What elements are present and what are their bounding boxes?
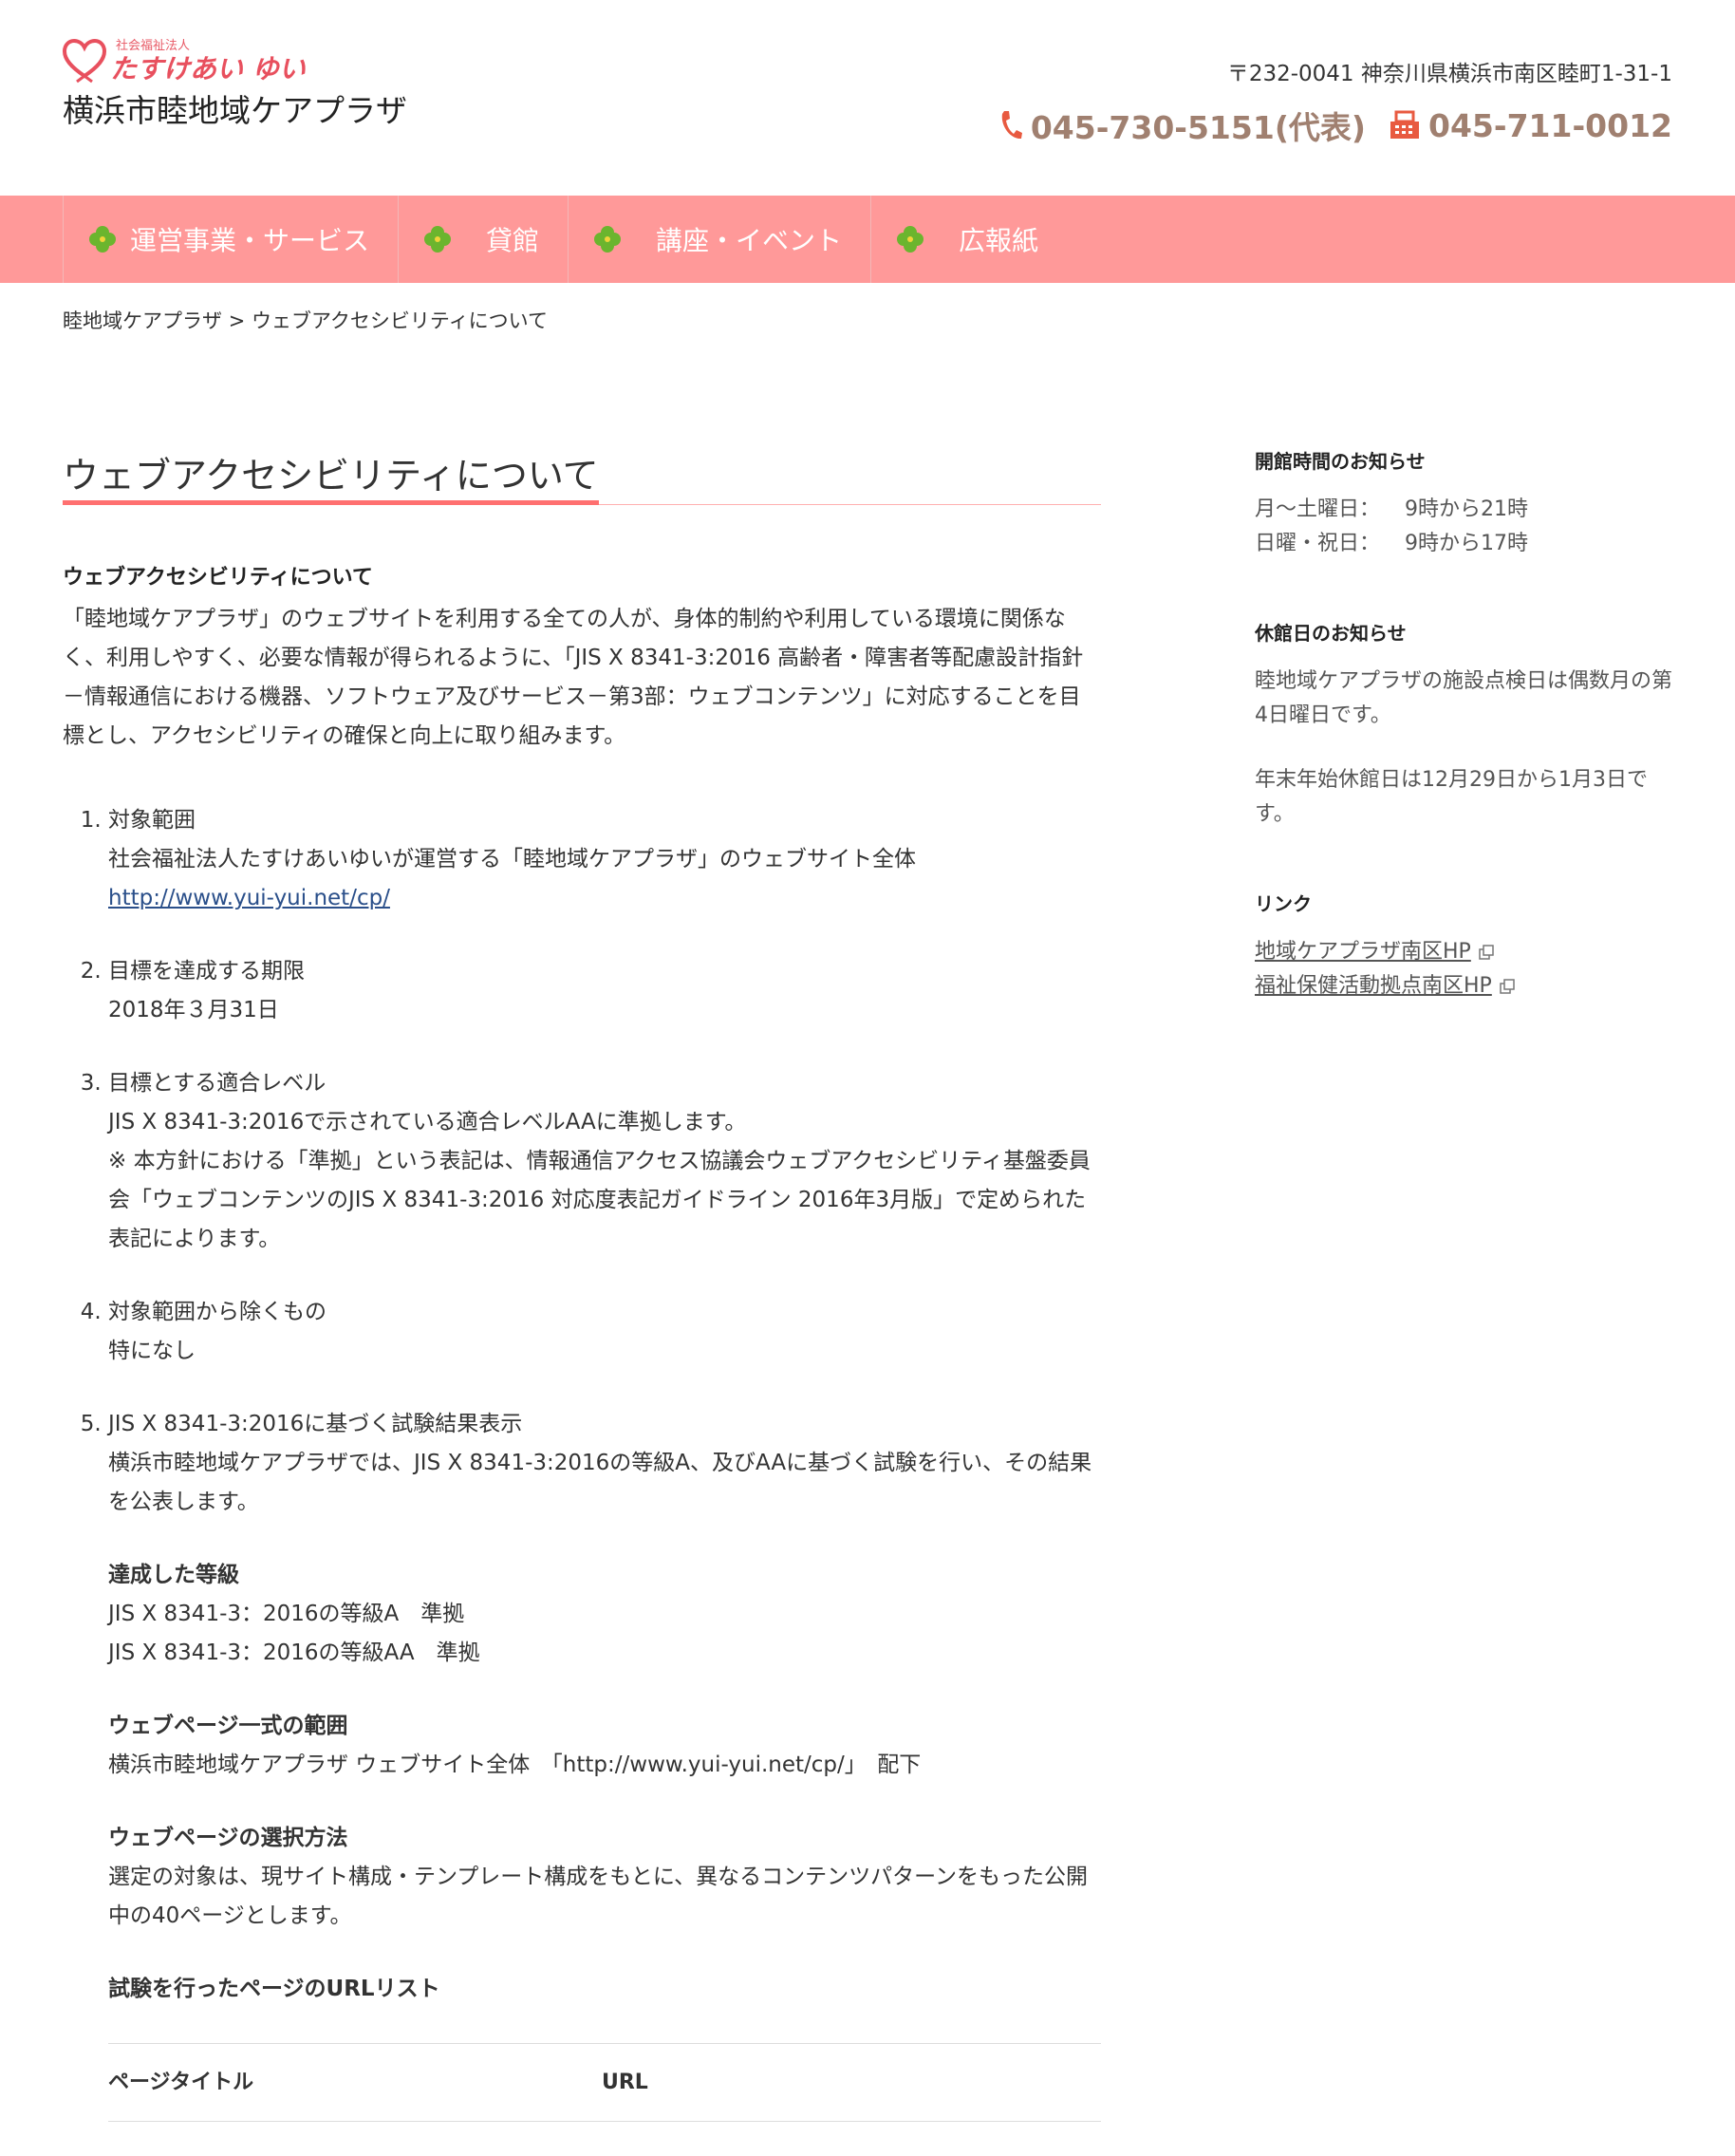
grade-a: JIS X 8341-3：2016の等級A 準拠 (108, 1602, 465, 1626)
holiday-block: 休館日のお知らせ 睦地域ケアプラザの施設点検日は偶数月の第4日曜日です。 年末年… (1255, 618, 1682, 832)
link-label: 地域ケアプラザ南区HP (1255, 940, 1471, 964)
main-content: ウェブアクセシビリティについて ウェブアクセシビリティについて 「睦地域ケアプラ… (63, 446, 1101, 2156)
scope-text: 横浜市睦地域ケアプラザ ウェブサイト全体 「http://www.yui-yui… (108, 1753, 922, 1777)
sidebar: 開館時間のお知らせ 月～土曜日： 9時から21時 日曜・祝日： 9時から17時 … (1255, 446, 1682, 1060)
item-title: 目標とする適合レベル (108, 1071, 326, 1096)
list-item: 目標とする適合レベル JIS X 8341-3:2016で示されている適合レベル… (108, 1064, 1101, 1259)
holiday-text-2: 年末年始休館日は12月29日から1月3日です。 (1255, 768, 1648, 826)
column-header-url: URL (602, 2043, 1101, 2122)
phone-row: 045-730-5151(代表) 045-711-0012 (976, 103, 1672, 148)
breadcrumb-current: ウェブアクセシビリティについて (251, 309, 549, 332)
nav-item-services[interactable]: 運営事業・サービス (63, 196, 398, 283)
policy-list: 対象範囲 社会福祉法人たすけあいゆいが運営する「睦地域ケアプラザ」のウェブサイト… (63, 801, 1101, 2122)
link-minami-careplaza[interactable]: 地域ケアプラザ南区HP (1255, 935, 1682, 969)
hours-heading: 開館時間のお知らせ (1255, 450, 1426, 473)
hours-row: 日曜・祝日： 9時から17時 (1255, 527, 1682, 561)
table-header-row: ページタイトル URL (108, 2043, 1101, 2122)
item-title: 対象範囲から除くもの (108, 1300, 326, 1324)
item-text: 2018年３月31日 (108, 998, 279, 1022)
address: 〒232-0041 神奈川県横浜市南区睦町1-31-1 (1226, 62, 1672, 86)
site-link[interactable]: http://www.yui-yui.net/cp/ (108, 886, 390, 910)
hours-block: 開館時間のお知らせ 月～土曜日： 9時から21時 日曜・祝日： 9時から17時 (1255, 446, 1682, 561)
nav-item-rental[interactable]: 貸館 (398, 196, 568, 283)
logo-brand-text: たすけあい ゆい (110, 53, 306, 84)
link-minami-welfare[interactable]: 福祉保健活動拠点南区HP (1255, 969, 1682, 1003)
hours-row: 月～土曜日： 9時から21時 (1255, 493, 1682, 527)
intro-text: 「睦地域ケアプラザ」のウェブサイトを利用する全ての人が、身体的制約や利用している… (63, 607, 1084, 748)
grade-aa: JIS X 8341-3：2016の等級AA 準拠 (108, 1640, 480, 1665)
breadcrumb-home[interactable]: 睦地域ケアプラザ (63, 309, 222, 332)
logo-texts: 社会福祉法人 たすけあい ゆい (110, 38, 306, 84)
item-title: 対象範囲 (108, 808, 196, 833)
scope-heading: ウェブページ一式の範囲 (108, 1714, 348, 1738)
item-text: 社会福祉法人たすけあいゆいが運営する「睦地域ケアプラザ」のウェブサイト全体 (108, 847, 916, 872)
item-text: 特になし (108, 1339, 196, 1363)
links-heading: リンク (1255, 892, 1312, 915)
hours-list: 月～土曜日： 9時から21時 日曜・祝日： 9時から17時 (1255, 493, 1682, 561)
fax-label: 045-711-0012 (1427, 106, 1672, 144)
hours-day: 月～土曜日： (1255, 497, 1381, 521)
item-text: JIS X 8341-3:2016で示されている適合レベルAAに準拠します。 (108, 1110, 747, 1134)
item-title: 目標を達成する期限 (108, 959, 305, 984)
nav-label: 貸館 (486, 225, 540, 256)
nav-item-events[interactable]: 講座・イベント (568, 196, 870, 283)
item-note: ※ 本方針における「準拠」という表記は、情報通信アクセス協議会ウェブアクセシビリ… (108, 1149, 1091, 1251)
phone-number[interactable]: 045-730-5151(代表) (998, 103, 1366, 148)
fax-icon (1390, 110, 1419, 139)
item-title: JIS X 8341-3:2016に基づく試験結果表示 (108, 1412, 523, 1436)
breadcrumb: 睦地域ケアプラザ > ウェブアクセシビリティについて (63, 306, 548, 334)
column-header-title: ページタイトル (108, 2043, 602, 2122)
clover-icon (89, 226, 116, 253)
phone-label: 045-730-5151(代表) (1030, 109, 1366, 146)
method-heading: ウェブページの選択方法 (108, 1826, 348, 1850)
method-text: 選定の対象は、現サイト構成・テンプレート構成をもとに、異なるコンテンツパターンを… (108, 1865, 1089, 1928)
site-header: 社会福祉法人 たすけあい ゆい 横浜市睦地域ケアプラザ 〒232-0041 神奈… (0, 0, 1735, 196)
list-item: 対象範囲から除くもの 特になし (108, 1293, 1101, 1371)
heart-logo-icon (63, 38, 106, 84)
external-link-icon (1479, 945, 1494, 960)
external-link-icon (1500, 979, 1515, 994)
links-block: リンク 地域ケアプラザ南区HP 福祉保健活動拠点南区HP (1255, 889, 1682, 1003)
clover-icon (594, 226, 622, 253)
nav-label: 運営事業・サービス (130, 225, 370, 256)
list-item: JIS X 8341-3:2016に基づく試験結果表示 横浜市睦地域ケアプラザで… (108, 1405, 1101, 2122)
logo[interactable]: 社会福祉法人 たすけあい ゆい (63, 38, 306, 84)
item-text: 横浜市睦地域ケアプラザでは、JIS X 8341-3:2016の等級A、及びAA… (108, 1451, 1092, 1514)
hours-day: 日曜・祝日： (1255, 532, 1381, 555)
nav-label: 講座・イベント (656, 225, 843, 256)
list-item: 目標を達成する期限 2018年３月31日 (108, 952, 1101, 1030)
urllist-heading: 試験を行ったページのURLリスト (108, 1977, 440, 2001)
breadcrumb-separator: > (228, 309, 246, 332)
grade-heading: 達成した等級 (108, 1563, 239, 1587)
list-item: 対象範囲 社会福祉法人たすけあいゆいが運営する「睦地域ケアプラザ」のウェブサイト… (108, 801, 1101, 918)
nav-item-newsletter[interactable]: 広報紙 (870, 196, 1067, 283)
holiday-heading: 休館日のお知らせ (1255, 622, 1407, 645)
hours-time: 9時から21時 (1405, 497, 1528, 521)
links-list: 地域ケアプラザ南区HP 福祉保健活動拠点南区HP (1255, 935, 1682, 1003)
hours-time: 9時から17時 (1405, 532, 1528, 555)
main-nav: 運営事業・サービス 貸館 講座・イベント 広報紙 (0, 196, 1735, 283)
phone-icon (1001, 111, 1022, 140)
link-label: 福祉保健活動拠点南区HP (1255, 974, 1492, 998)
clover-icon (897, 226, 924, 253)
fax-number: 045-711-0012 (1389, 107, 1672, 144)
site-name[interactable]: 横浜市睦地域ケアプラザ (63, 85, 407, 131)
clover-icon (424, 226, 452, 253)
nav-label: 広報紙 (959, 225, 1039, 256)
url-table: ページタイトル URL (108, 2043, 1101, 2122)
section-heading: ウェブアクセシビリティについて (63, 566, 373, 590)
logo-mark: 社会福祉法人 たすけあい ゆい (63, 38, 306, 84)
page-title: ウェブアクセシビリティについて (63, 446, 599, 505)
holiday-text-1: 睦地域ケアプラザの施設点検日は偶数月の第4日曜日です。 (1255, 669, 1673, 727)
header-contact: 〒232-0041 神奈川県横浜市南区睦町1-31-1 045-730-5151… (976, 55, 1672, 148)
